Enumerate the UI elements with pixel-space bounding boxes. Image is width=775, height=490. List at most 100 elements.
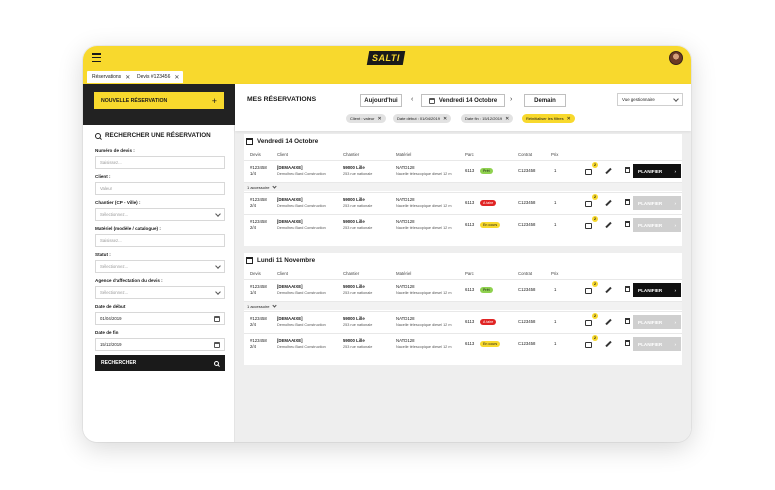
salti-logo[interactable]: SALTI xyxy=(366,51,406,65)
menu-icon[interactable] xyxy=(92,53,101,62)
price-value: 1 xyxy=(554,222,557,227)
table-row[interactable]: #123458 2/4 [DEMAAIXE] Demolheu Bard Constr… xyxy=(244,311,682,332)
document-icon[interactable]: 2 xyxy=(585,281,598,295)
client-cell: [DEMAAIXE] Demolheu Bard Construction xyxy=(277,165,326,177)
accessory-toggle[interactable]: 1 accessoire xyxy=(244,182,682,191)
equipment-placeholder: Saisissez... xyxy=(100,238,122,243)
document-icon[interactable]: 2 xyxy=(585,216,598,230)
close-icon[interactable]: ✕ xyxy=(505,116,509,122)
plan-button-label: PLANIFIER xyxy=(638,319,663,325)
agency-select[interactable]: Sélectionnez... xyxy=(95,286,225,299)
avatar[interactable] xyxy=(669,51,683,65)
main-header: MES RÉSERVATIONS Aujourd'hui ‹ Vendredi … xyxy=(235,84,691,131)
document-icon[interactable]: 2 xyxy=(585,162,598,176)
chevron-down-icon xyxy=(673,95,679,102)
calendar-icon[interactable] xyxy=(214,341,220,348)
edit-icon[interactable] xyxy=(605,167,614,176)
table-row[interactable]: #123458 2/4 [DEMAAIXE] Demolheu Bard Constr… xyxy=(244,214,682,235)
chevron-right-icon[interactable]: › xyxy=(510,96,512,103)
worksite-cell: 59000 Lille 253 rue nationale xyxy=(343,219,372,231)
day-title-text: Vendredi 14 Octobre xyxy=(257,137,319,145)
close-icon[interactable]: ✕ xyxy=(443,116,447,122)
plan-button[interactable]: PLANIFIER › xyxy=(633,337,681,351)
document-icon[interactable]: 2 xyxy=(585,313,598,327)
plan-button-label: PLANIFIER xyxy=(638,287,663,293)
edit-icon[interactable] xyxy=(605,340,614,349)
calendar-icon[interactable] xyxy=(214,315,220,322)
column-header: Prix xyxy=(551,271,559,276)
status-placeholder: Sélectionnez... xyxy=(100,264,129,269)
close-icon[interactable]: ✕ xyxy=(567,116,571,122)
new-reservation-button[interactable]: NOUVELLE RÉSERVATION + xyxy=(94,92,224,109)
worksite-placeholder: Sélectionnez... xyxy=(100,212,129,217)
tomorrow-button[interactable]: Demain xyxy=(524,94,566,107)
search-button[interactable]: RECHERCHER xyxy=(95,355,225,371)
today-button[interactable]: Aujourd'hui xyxy=(360,94,402,107)
main-content: MES RÉSERVATIONS Aujourd'hui ‹ Vendredi … xyxy=(235,84,691,442)
filter-chip[interactable]: Client : valeur ✕ xyxy=(346,114,386,123)
worksite-address: 253 rue nationale xyxy=(343,172,373,176)
equipment-cell: NATD128 Nacelle télescopique diesel 12 m xyxy=(396,316,452,328)
client-name: Demolheu Bard Construction xyxy=(277,204,326,208)
plan-button[interactable]: PLANIFIER › xyxy=(633,164,681,178)
filter-chip[interactable]: Date début : 01/04/2019 ✕ xyxy=(393,114,452,123)
plan-button[interactable]: PLANIFIER › xyxy=(633,283,681,297)
table-row[interactable]: #123458 1/4 [DEMAAIXE] Demolheu Bard Constr… xyxy=(244,279,682,300)
edit-icon[interactable] xyxy=(605,286,614,295)
current-date: Vendredi 14 Octobre xyxy=(438,97,498,104)
worksite-cell: 59000 Lille 253 rue nationale xyxy=(343,165,372,177)
end-date-input[interactable]: 15/12/2019 xyxy=(95,338,225,351)
quote-number-input[interactable]: Saisissez... xyxy=(95,156,225,169)
date-picker[interactable]: Vendredi 14 Octobre xyxy=(421,94,505,107)
accessory-toggle[interactable]: 1 accessoire xyxy=(244,301,682,310)
status-badge: Prêt xyxy=(480,287,493,293)
edit-icon[interactable] xyxy=(605,318,614,327)
client-placeholder: Valeur xyxy=(100,186,113,191)
close-icon[interactable]: ✕ xyxy=(174,74,179,81)
equipment-description: Nacelle télescopique diesel 12 m xyxy=(396,204,452,208)
tab-devis[interactable]: Devis #123456 ✕ xyxy=(132,71,184,83)
park-number: 6113 xyxy=(465,222,475,227)
table-row[interactable]: #123458 2/4 [DEMAAIXE] Demolheu Bard Constr… xyxy=(244,192,682,213)
worksite-address: 253 rue nationale xyxy=(343,323,373,327)
client-input[interactable]: Valeur xyxy=(95,182,225,195)
document-icon[interactable]: 2 xyxy=(585,194,598,208)
chevron-right-icon: › xyxy=(674,168,676,174)
chevron-left-icon[interactable]: ‹ xyxy=(411,96,413,103)
plan-button[interactable]: PLANIFIER › xyxy=(633,315,681,329)
filter-chip[interactable]: Date fin : 15/12/2019 ✕ xyxy=(461,114,514,123)
client-cell: [DEMAAIXE] Demolheu Bard Construction xyxy=(277,316,326,328)
equipment-input[interactable]: Saisissez... xyxy=(95,234,225,247)
app-window: SALTI Réservations ✕ Devis #123456 ✕ NOU… xyxy=(83,46,691,442)
column-header: Chantier xyxy=(343,152,360,157)
view-select[interactable]: Vue gestionnaire xyxy=(617,93,683,106)
table-row[interactable]: #123458 2/4 [DEMAAIXE] Demolheu Bard Constr… xyxy=(244,333,682,354)
start-date-input[interactable]: 01/04/2019 xyxy=(95,312,225,325)
worksite-cell: 59000 Lille 253 rue nationale xyxy=(343,338,372,350)
contract-number: C123458 xyxy=(518,319,536,324)
plan-button[interactable]: PLANIFIER › xyxy=(633,218,681,232)
tab-reservations[interactable]: Réservations ✕ xyxy=(87,71,135,83)
status-badge: A taire xyxy=(480,200,497,206)
equipment-cell: NATD128 Nacelle télescopique diesel 12 m xyxy=(396,338,452,350)
contract-number: C123458 xyxy=(518,287,536,292)
close-icon[interactable]: ✕ xyxy=(125,74,130,81)
reset-filters-chip[interactable]: Réinitialiser les filtres ✕ xyxy=(522,114,575,123)
equipment-cell: NATD128 Nacelle télescopique diesel 12 m xyxy=(396,219,452,231)
worksite-select[interactable]: Sélectionnez... xyxy=(95,208,225,221)
edit-icon[interactable] xyxy=(605,199,614,208)
edit-icon[interactable] xyxy=(605,221,614,230)
column-header: Parc xyxy=(465,152,474,157)
column-header: Contrat xyxy=(518,271,533,276)
plan-button[interactable]: PLANIFIER › xyxy=(633,196,681,210)
close-icon[interactable]: ✕ xyxy=(377,116,381,122)
status-select[interactable]: Sélectionnez... xyxy=(95,260,225,273)
quote-fraction: 2/4 xyxy=(250,225,256,230)
table-row[interactable]: #123458 1/4 [DEMAAIXE] Demolheu Bard Constr… xyxy=(244,160,682,181)
column-header: Prix xyxy=(551,152,559,157)
price-value: 1 xyxy=(554,319,557,324)
quote-cell: #123458 2/4 xyxy=(250,197,267,209)
agency-placeholder: Sélectionnez... xyxy=(100,290,129,295)
document-icon[interactable]: 2 xyxy=(585,335,598,349)
chevron-right-icon: › xyxy=(674,287,676,293)
